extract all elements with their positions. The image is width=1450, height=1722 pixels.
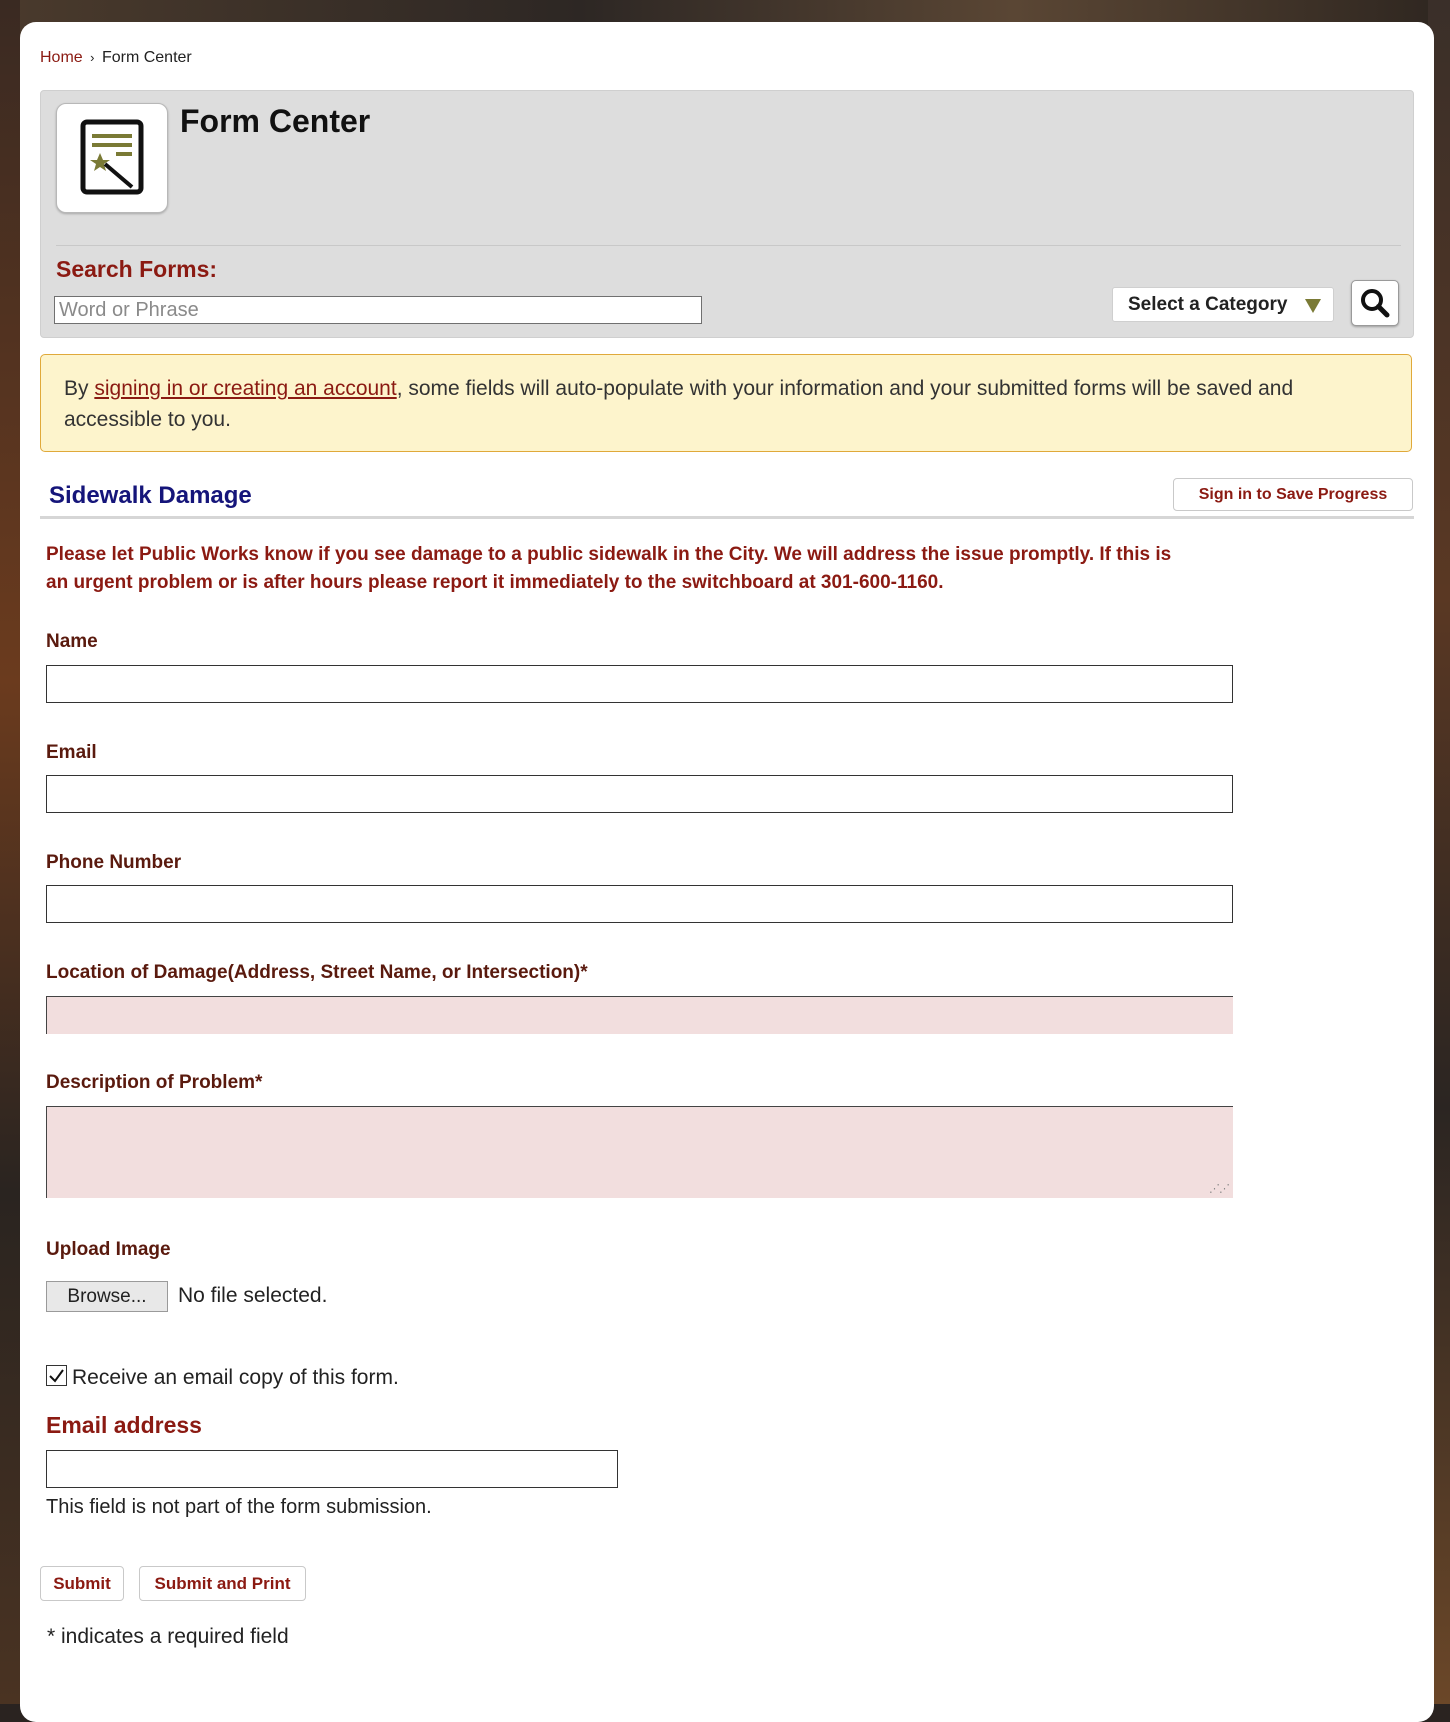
phone-label: Phone Number xyxy=(46,852,182,873)
location-label: Location of Damage(Address, Street Name,… xyxy=(46,962,588,983)
form-title: Sidewalk Damage xyxy=(49,482,252,509)
save-progress-button[interactable]: Sign in to Save Progress xyxy=(1173,478,1413,511)
required-field-note: * indicates a required field xyxy=(47,1625,289,1648)
description-label: Description of Problem* xyxy=(46,1072,263,1093)
email-address-label: Email address xyxy=(46,1412,202,1438)
name-field[interactable] xyxy=(46,665,1233,703)
notice-prefix: By xyxy=(64,377,95,400)
location-field[interactable] xyxy=(46,996,1233,1034)
magnifier-icon xyxy=(1361,289,1390,318)
sign-in-notice: By signing in or creating an account, so… xyxy=(40,354,1412,452)
form-intro: Please let Public Works know if you see … xyxy=(46,544,1172,593)
form-title-divider xyxy=(40,516,1414,519)
search-forms-label: Search Forms: xyxy=(56,256,218,282)
page-title: Form Center xyxy=(180,103,371,139)
category-select[interactable]: Select a Category xyxy=(1112,287,1334,322)
header-divider xyxy=(56,245,1401,246)
description-textarea[interactable]: ⋰⋰ xyxy=(46,1106,1233,1198)
email-address-field[interactable] xyxy=(46,1450,618,1488)
name-label: Name xyxy=(46,631,98,652)
content-card: Home › Form Center Form Center Search Fo… xyxy=(20,22,1434,1722)
email-field[interactable] xyxy=(46,775,1233,813)
search-input[interactable] xyxy=(54,296,702,324)
resize-grip-icon[interactable]: ⋰⋰ xyxy=(1209,1182,1230,1195)
submit-and-print-button[interactable]: Submit and Print xyxy=(139,1566,306,1601)
phone-field[interactable] xyxy=(46,885,1233,923)
file-status: No file selected. xyxy=(178,1284,328,1307)
dropdown-arrow-icon xyxy=(1305,299,1321,313)
checkmark-icon xyxy=(49,1369,64,1383)
sign-in-link[interactable]: signing in or creating an account xyxy=(94,377,396,400)
email-address-note: This field is not part of the form submi… xyxy=(46,1496,432,1518)
form-wand-icon xyxy=(56,103,168,213)
submit-button[interactable]: Submit xyxy=(40,1566,124,1601)
form-center-header: Form Center Search Forms: Select a Categ… xyxy=(40,90,1414,338)
category-select-label: Select a Category xyxy=(1128,293,1288,315)
browse-button[interactable]: Browse... xyxy=(46,1281,168,1312)
email-label: Email xyxy=(46,742,97,763)
email-copy-checkbox-label[interactable]: Receive an email copy of this form. xyxy=(72,1366,399,1390)
breadcrumb: Home › Form Center xyxy=(40,49,192,67)
breadcrumb-home-link[interactable]: Home xyxy=(40,49,83,66)
search-button[interactable] xyxy=(1351,280,1399,326)
breadcrumb-current: Form Center xyxy=(101,49,192,66)
background-left xyxy=(0,0,20,1704)
breadcrumb-separator: › xyxy=(90,50,95,65)
upload-label: Upload Image xyxy=(46,1239,171,1260)
email-copy-checkbox[interactable] xyxy=(46,1365,67,1386)
